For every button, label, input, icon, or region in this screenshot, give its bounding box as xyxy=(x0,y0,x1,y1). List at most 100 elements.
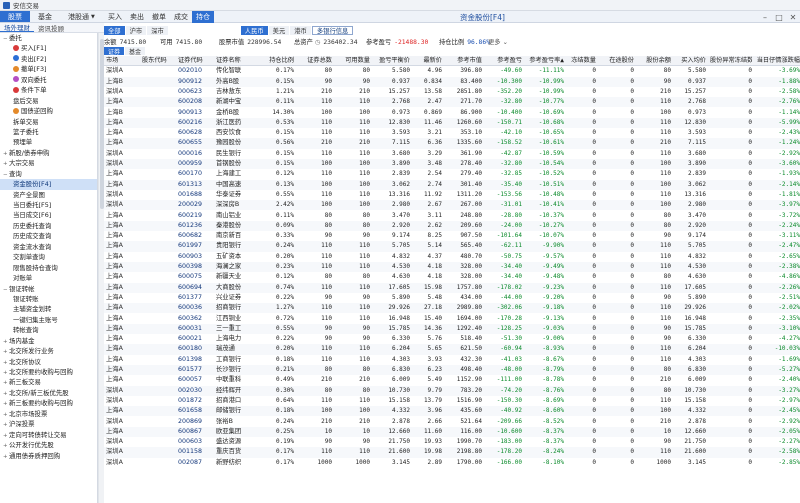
sidebar-item[interactable]: 对账单 xyxy=(0,273,97,283)
sidebar-item[interactable]: 资产全景图 xyxy=(0,190,97,200)
sidebar-item[interactable]: 转帐查询 xyxy=(0,325,97,335)
more-button[interactable]: 更多 ⌄ xyxy=(488,37,508,46)
sidebar-item[interactable]: 历史委托查询 xyxy=(0,221,97,231)
asset-tab-0[interactable]: 证券 xyxy=(104,47,125,56)
sidebar-item[interactable]: 双向委托 xyxy=(0,75,97,85)
column-header[interactable]: 最新价 xyxy=(412,56,442,66)
table-row[interactable]: 上海A 600219 南山铝业 0.11% 80 80 3.470 3.11 248.80 -28… xyxy=(104,211,800,221)
sidebar-item[interactable]: +新三板交易 xyxy=(0,377,97,387)
sidebar-item[interactable]: +通用债券质押回购 xyxy=(0,451,97,461)
sidebar-item[interactable]: +沪深投票 xyxy=(0,419,97,429)
table-row[interactable]: 上海A 601313 中国高速 0.13% 100 100 3.062 2.74 301.40 -… xyxy=(104,179,800,190)
table-row[interactable]: 上海A 600903 五矿资本 0.20% 110 110 4.832 4.37 480.70 -… xyxy=(104,252,800,262)
main-tab-1[interactable]: 基金 xyxy=(30,11,60,22)
sidebar-item[interactable]: +北交所要约收购与回购 xyxy=(0,367,97,377)
sidebar-item[interactable]: 交割单查询 xyxy=(0,252,97,262)
table-row[interactable]: 上海A 600180 瑞茂通 0.20% 110 110 6.204 5.65 621.50 -6… xyxy=(104,344,800,355)
sidebar-item[interactable]: 买入[F1] xyxy=(0,43,97,53)
column-header[interactable]: 参考盈亏 xyxy=(484,56,522,66)
sidebar-item[interactable]: 篮子委托 xyxy=(0,127,97,137)
table-row[interactable]: 上海A 600170 上海建工 0.12% 110 110 2.839 2.54 279.40 -… xyxy=(104,169,800,179)
table-row[interactable]: 上海A 600694 大商股份 0.74% 110 110 17.605 15.98 1757.… xyxy=(104,282,800,293)
table-row[interactable]: 上海A 600216 浙江医药 0.53% 110 110 12.830 11.46 1260.… xyxy=(104,117,800,129)
sidebar-item[interactable]: 资金流水查询 xyxy=(0,242,97,252)
table-row[interactable]: 深圳A 001872 招商港口 0.64% 110 110 15.158 13.79 1516.… xyxy=(104,396,800,406)
currency-tab-3[interactable]: 多银行信息 xyxy=(311,26,354,35)
sidebar-item[interactable]: +场内基金 xyxy=(0,336,97,346)
table-row[interactable]: 上海A 600057 中联重科 0.49% 210 210 6.009 5.49 1152.90… xyxy=(104,375,800,385)
toolbar-button-3[interactable]: 成交 xyxy=(170,11,192,23)
toolbar-button-2[interactable]: 撤单 xyxy=(148,11,170,23)
sidebar-item[interactable]: +北交所/新三板优先股 xyxy=(0,388,97,398)
sidebar-item[interactable]: 银证转账 xyxy=(0,294,97,304)
column-header[interactable]: 可用数量 xyxy=(338,56,370,66)
column-header[interactable]: 股份异常冻结数 xyxy=(710,56,752,66)
table-row[interactable]: 上海A 601377 兴业证券 0.22% 90 90 5.890 5.48 434.00 -44… xyxy=(104,293,800,303)
currency-tab-0[interactable]: 人民币 xyxy=(240,26,268,35)
column-header[interactable]: 冻结数量 xyxy=(564,56,596,66)
table-row[interactable]: 上海A 601577 长沙银行 0.21% 80 80 6.830 6.23 498.40 -48… xyxy=(104,365,800,376)
table-row[interactable]: 上海A 600655 豫园股份 0.56% 210 210 7.115 6.36 1335.60… xyxy=(104,138,800,149)
table-row[interactable]: 深圳A 000623 吉林敖东 1.21% 210 210 15.257 13.58 2851.… xyxy=(104,87,800,97)
table-row[interactable]: 上海A 600628 西安饮食 0.15% 110 110 3.593 3.21 353.10 -… xyxy=(104,128,800,138)
toolbar-button-0[interactable]: 买入 xyxy=(104,11,126,23)
sidebar-item[interactable]: +定向可转债转让交易 xyxy=(0,430,97,440)
column-header[interactable]: 买入均价 xyxy=(674,56,706,66)
toolbar-button-4[interactable]: 持仓 xyxy=(192,11,214,23)
column-header[interactable]: 持仓比例 xyxy=(260,56,294,66)
sidebar-item[interactable]: 主辅资金划转 xyxy=(0,304,97,314)
sidebar-item[interactable]: 国债逆回购 xyxy=(0,106,97,116)
table-row[interactable]: 深圳A 200869 张裕B 0.24% 210 210 2.878 2.66 521.64 -2… xyxy=(104,417,800,427)
table-row[interactable]: 上海A 600208 新湖中宝 0.11% 110 110 2.768 2.47 271.70 -… xyxy=(104,97,800,108)
market-tab-2[interactable]: 深市 xyxy=(147,26,168,35)
column-header[interactable]: 当日仔情涨跌幅 xyxy=(754,56,800,66)
table-row[interactable]: 深圳A 002087 新野纺织 0.17% 1000 1000 3.145 2.89 1790.… xyxy=(104,458,800,468)
market-tab-1[interactable]: 沪市 xyxy=(125,26,147,35)
table-row[interactable]: 深圳A 002030 经纬辉开 0.30% 80 80 10.730 9.79 783.20 -7… xyxy=(104,385,800,396)
sidebar-item[interactable]: 预埋单 xyxy=(0,137,97,147)
sidebar-item[interactable]: 卖出[F2] xyxy=(0,54,97,64)
sidebar-item[interactable]: 拆单交易 xyxy=(0,117,97,127)
table-row[interactable]: 深圳A 000603 盛达资源 0.19% 90 90 21.750 19.93 1990.70… xyxy=(104,437,800,447)
table-row[interactable]: 深圳A 000959 首钢股份 0.15% 100 100 3.890 3.48 278.40 -… xyxy=(104,159,800,170)
column-header[interactable]: 证券总数 xyxy=(300,56,332,66)
currency-tab-1[interactable]: 美元 xyxy=(268,26,290,35)
sidebar-item[interactable]: −查询 xyxy=(0,169,97,179)
sidebar-item[interactable]: +北交所协议 xyxy=(0,357,97,367)
sidebar-item[interactable]: 当日成交[F6] xyxy=(0,210,97,220)
column-header[interactable]: 在途股份 xyxy=(602,56,634,66)
sub-tab-1[interactable]: 资讯投顾 xyxy=(34,23,68,33)
column-header[interactable]: 盈亏平衡价 xyxy=(374,56,410,66)
sidebar-item[interactable]: +新股/债券申购 xyxy=(0,148,97,158)
toolbar-button-1[interactable]: 卖出 xyxy=(126,11,148,23)
close-icon[interactable]: ✕ xyxy=(786,11,800,23)
table-row[interactable]: 上海A 601236 秦港股份 0.09% 80 80 2.920 2.62 209.60 -24… xyxy=(104,220,800,232)
table-row[interactable]: 上海A 600682 南京新百 0.33% 90 90 9.174 8.25 907.50 -10… xyxy=(104,231,800,241)
sidebar-item[interactable]: +北交所发行业务 xyxy=(0,346,97,356)
column-header[interactable]: 参考盈亏率▲ xyxy=(524,56,564,66)
table-row[interactable]: 上海A 601997 贵阳银行 0.24% 110 110 5.705 5.14 565.40 -… xyxy=(104,241,800,252)
sidebar-item[interactable]: 一键归集主账号 xyxy=(0,315,97,325)
maximize-icon[interactable]: □ xyxy=(772,11,786,23)
column-header[interactable]: 市场 xyxy=(106,56,140,66)
column-header[interactable]: 股份余额 xyxy=(639,56,671,66)
sidebar-item[interactable]: 条件下单 xyxy=(0,85,97,95)
sub-tab-0[interactable]: 场外理财 xyxy=(0,23,34,32)
table-row[interactable]: 上海A 600036 招商银行 1.27% 110 110 29.926 27.18 2989.… xyxy=(104,303,800,314)
table-row[interactable]: 深圳A 001158 重庆百货 0.17% 110 110 21.600 19.98 2198.… xyxy=(104,447,800,458)
sidebar-item[interactable]: +北京市场投票 xyxy=(0,409,97,419)
sidebar-item[interactable]: −委托 xyxy=(0,33,97,43)
minimize-icon[interactable]: – xyxy=(758,11,772,23)
sidebar-item[interactable]: 撤单[F3] xyxy=(0,64,97,74)
market-tab-0[interactable]: 全部 xyxy=(104,26,125,35)
table-row[interactable]: 上海A 600075 新疆天业 0.12% 80 80 4.630 4.18 328.00 -34… xyxy=(104,272,800,282)
sidebar-item[interactable]: 历史成交查询 xyxy=(0,231,97,241)
sidebar-item[interactable]: 当日委托[F5] xyxy=(0,200,97,210)
table-row[interactable]: 深圳A 000016 民生银行 0.15% 110 110 3.680 3.29 361.90 -… xyxy=(104,149,800,159)
table-row[interactable]: 上海A 600398 海澜之家 0.23% 110 110 4.530 4.18 328.00 -… xyxy=(104,262,800,273)
main-tab-0[interactable]: 股票 xyxy=(0,11,30,22)
sidebar-item[interactable]: +新三板要约收购与回购 xyxy=(0,398,97,408)
sidebar-item[interactable]: +大宗交易 xyxy=(0,158,97,168)
table-row[interactable]: 深圳A 002010 传化智联 0.17% 80 80 5.580 4.96 396.80 -49… xyxy=(104,66,800,76)
table-row[interactable]: 上海A 601398 工商银行 0.18% 110 110 4.303 3.93 432.30 -… xyxy=(104,355,800,365)
